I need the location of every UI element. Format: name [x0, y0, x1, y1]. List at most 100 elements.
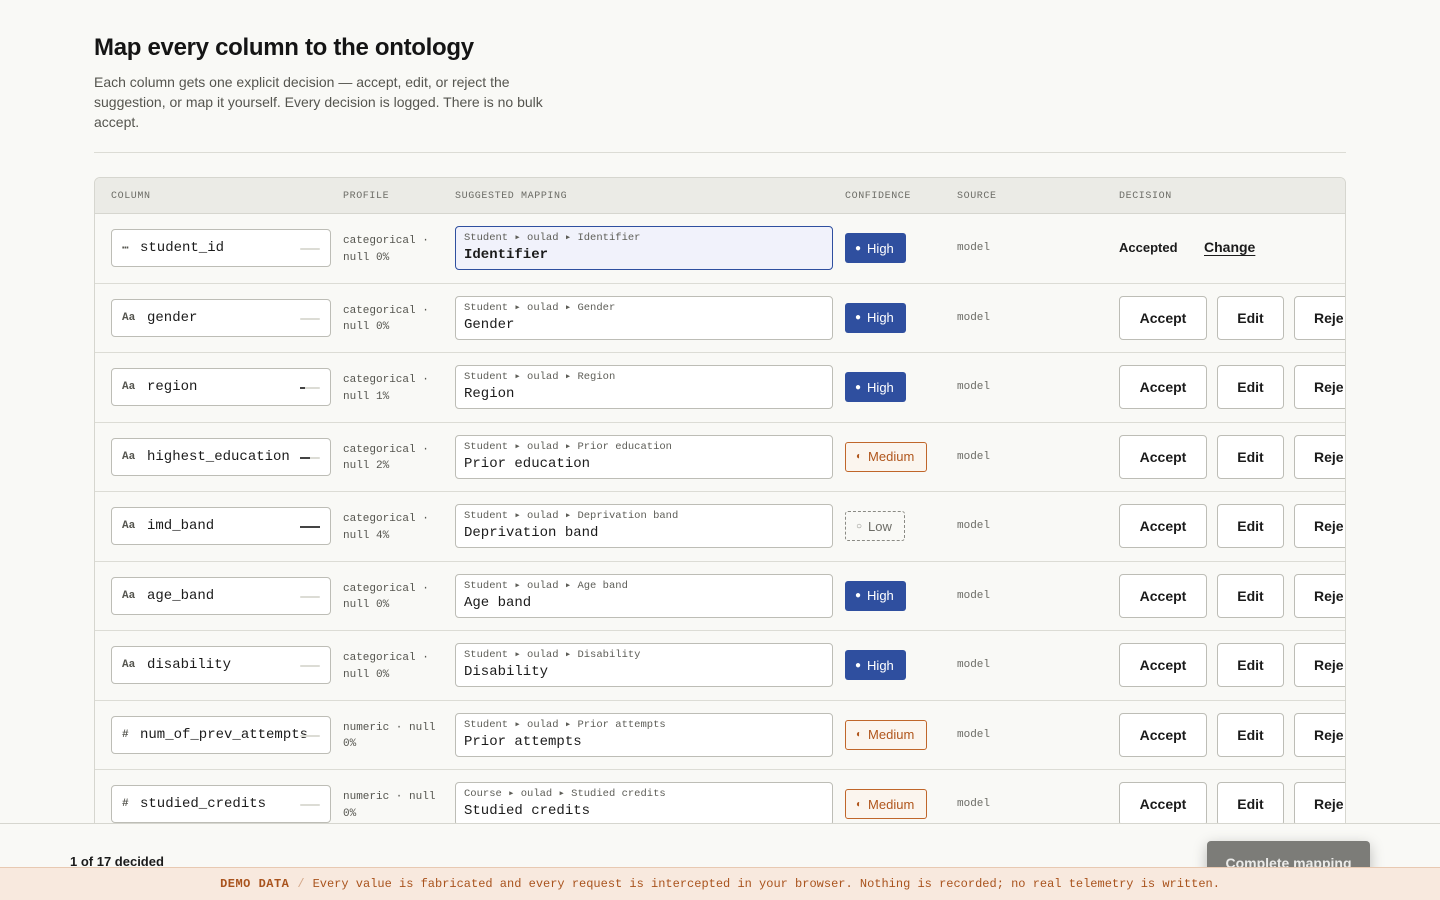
edit-button[interactable]: Edit: [1217, 434, 1284, 479]
accept-button[interactable]: Accept: [1119, 434, 1207, 479]
accept-button[interactable]: Accept: [1119, 504, 1207, 548]
column-type-icon: Aa: [122, 450, 136, 463]
null-rate-sparkline: [300, 248, 320, 250]
confidence-label: High: [867, 379, 894, 395]
mapping-source: model: [957, 589, 991, 602]
confidence-badge: ● High: [845, 302, 906, 333]
mapping-term: Region: [464, 386, 515, 402]
suggested-mapping-field[interactable]: Student ▸ oulad ▸ Prior education Prior e…: [455, 434, 833, 479]
column-name-field[interactable]: # num_of_prev_attempts: [111, 715, 331, 754]
column-header-source: SOURCE: [957, 191, 997, 202]
reject-button[interactable]: Reje: [1294, 434, 1345, 479]
column-name-field[interactable]: Aa gender: [111, 298, 331, 337]
table-row: Aa gender categorical · null 0% Student ▸ o…: [95, 284, 1345, 353]
confidence-label: High: [867, 310, 894, 325]
accept-button[interactable]: Accept: [1119, 295, 1207, 340]
column-name: imd_band: [147, 518, 215, 534]
mapping-term: Disability: [464, 664, 549, 680]
accept-button[interactable]: Accept: [1119, 643, 1207, 687]
column-type-icon: Aa: [122, 659, 136, 671]
accept-button[interactable]: Accept: [1119, 712, 1207, 757]
table-row: Aa imd_band categorical · null 4% Student ▸…: [95, 492, 1345, 562]
accept-button[interactable]: Accept: [1119, 365, 1207, 409]
suggested-mapping-field[interactable]: Student ▸ oulad ▸ Gender Gender: [455, 295, 833, 340]
suggested-mapping-field[interactable]: Student ▸ oulad ▸ Identifier Identifier: [455, 226, 833, 270]
confidence-label: High: [867, 588, 894, 603]
column-type-icon: #: [122, 728, 129, 741]
confidence-label: Low: [868, 518, 892, 534]
mapping-term: Gender: [464, 316, 515, 333]
suggested-mapping-field[interactable]: Student ▸ oulad ▸ Prior attempts Prior at…: [455, 712, 833, 757]
column-name-field[interactable]: Aa disability: [111, 646, 331, 684]
confidence-badge: ○ Low: [845, 511, 905, 541]
reject-button[interactable]: Reje: [1294, 712, 1345, 757]
mapping-term: Age band: [464, 594, 532, 611]
column-name-field[interactable]: ⋯ student_id: [111, 229, 331, 267]
change-decision-link[interactable]: Change: [1204, 239, 1255, 255]
edit-button[interactable]: Edit: [1217, 573, 1284, 618]
null-rate-fill: [300, 456, 310, 459]
suggested-mapping-field[interactable]: Course ▸ oulad ▸ Studied credits Studied …: [455, 782, 833, 826]
table-row: Aa disability categorical · null 0% Student…: [95, 631, 1345, 701]
suggested-mapping-field[interactable]: Student ▸ oulad ▸ Disability Disability: [455, 643, 833, 687]
confidence-high-icon: ●: [855, 659, 862, 671]
accept-button[interactable]: Accept: [1119, 573, 1207, 618]
confidence-badge: ◐ Medium: [845, 719, 928, 750]
confidence-low-icon: ○: [856, 520, 863, 532]
column-name-field[interactable]: Aa age_band: [111, 576, 331, 615]
confidence-high-icon: ●: [855, 242, 862, 254]
confidence-high-icon: ●: [855, 381, 862, 393]
confidence-high-icon: ●: [855, 312, 862, 323]
column-type-icon: Aa: [122, 381, 136, 393]
table-row: ⋯ student_id categorical · null 0% Student …: [95, 214, 1345, 284]
confidence-medium-icon: ◐: [856, 729, 863, 740]
edit-button[interactable]: Edit: [1217, 712, 1284, 757]
edit-button[interactable]: Edit: [1217, 782, 1284, 826]
table-row: Aa highest_education categorical · null 2%…: [95, 423, 1345, 492]
reject-button[interactable]: Reje: [1294, 643, 1345, 687]
accept-button[interactable]: Accept: [1119, 782, 1207, 826]
confidence-badge: ● High: [845, 233, 906, 263]
column-profile: categorical · null 2%: [343, 443, 429, 473]
confidence-label: High: [867, 240, 894, 256]
column-name-field[interactable]: # studied_credits: [111, 785, 331, 823]
column-profile: categorical · null 1%: [343, 374, 429, 403]
reject-button[interactable]: Reje: [1294, 504, 1345, 548]
reject-button[interactable]: Reje: [1294, 573, 1345, 618]
confidence-label: High: [867, 657, 894, 673]
column-name-field[interactable]: Aa highest_education: [111, 437, 331, 476]
confidence-badge: ● High: [845, 580, 906, 611]
edit-button[interactable]: Edit: [1217, 504, 1284, 548]
column-type-icon: #: [122, 798, 129, 810]
mapping-term: Deprivation band: [464, 525, 599, 541]
confidence-label: Medium: [868, 727, 915, 742]
column-header-confidence: CONFIDENCE: [845, 191, 912, 202]
mapping-source: model: [957, 728, 991, 741]
confidence-badge: ◐ Medium: [845, 789, 928, 819]
column-type-icon: ⋯: [122, 243, 129, 255]
edit-button[interactable]: Edit: [1217, 643, 1284, 687]
confidence-medium-icon: ◐: [856, 451, 863, 462]
table-row: Aa region categorical · null 1% Student ▸ o…: [95, 353, 1345, 423]
column-type-icon: Aa: [122, 311, 136, 324]
mapping-term: Prior education: [464, 455, 591, 472]
suggested-mapping-field[interactable]: Student ▸ oulad ▸ Deprivation band Depriv…: [455, 504, 833, 548]
mapping-path: Student ▸ oulad ▸ Age band: [464, 579, 628, 592]
suggested-mapping-field[interactable]: Student ▸ oulad ▸ Age band Age band: [455, 573, 833, 618]
column-name-field[interactable]: Aa imd_band: [111, 507, 331, 545]
mapping-term: Prior attempts: [464, 733, 582, 750]
null-rate-sparkline: [300, 456, 320, 459]
table-body: ⋯ student_id categorical · null 0% Student …: [95, 214, 1345, 840]
reject-button[interactable]: Reje: [1294, 365, 1345, 409]
column-name-field[interactable]: Aa region: [111, 368, 331, 406]
edit-button[interactable]: Edit: [1217, 295, 1284, 340]
edit-button[interactable]: Edit: [1217, 365, 1284, 409]
mapping-source: model: [957, 242, 991, 254]
reject-button[interactable]: Reje: [1294, 295, 1345, 340]
column-profile: categorical · null 0%: [343, 652, 429, 681]
header-divider: [94, 152, 1346, 153]
suggested-mapping-field[interactable]: Student ▸ oulad ▸ Region Region: [455, 365, 833, 409]
mapping-source: model: [957, 381, 991, 393]
reject-button[interactable]: Reje: [1294, 782, 1345, 826]
demo-data-message: Every value is fabricated and every requ…: [312, 877, 1220, 891]
